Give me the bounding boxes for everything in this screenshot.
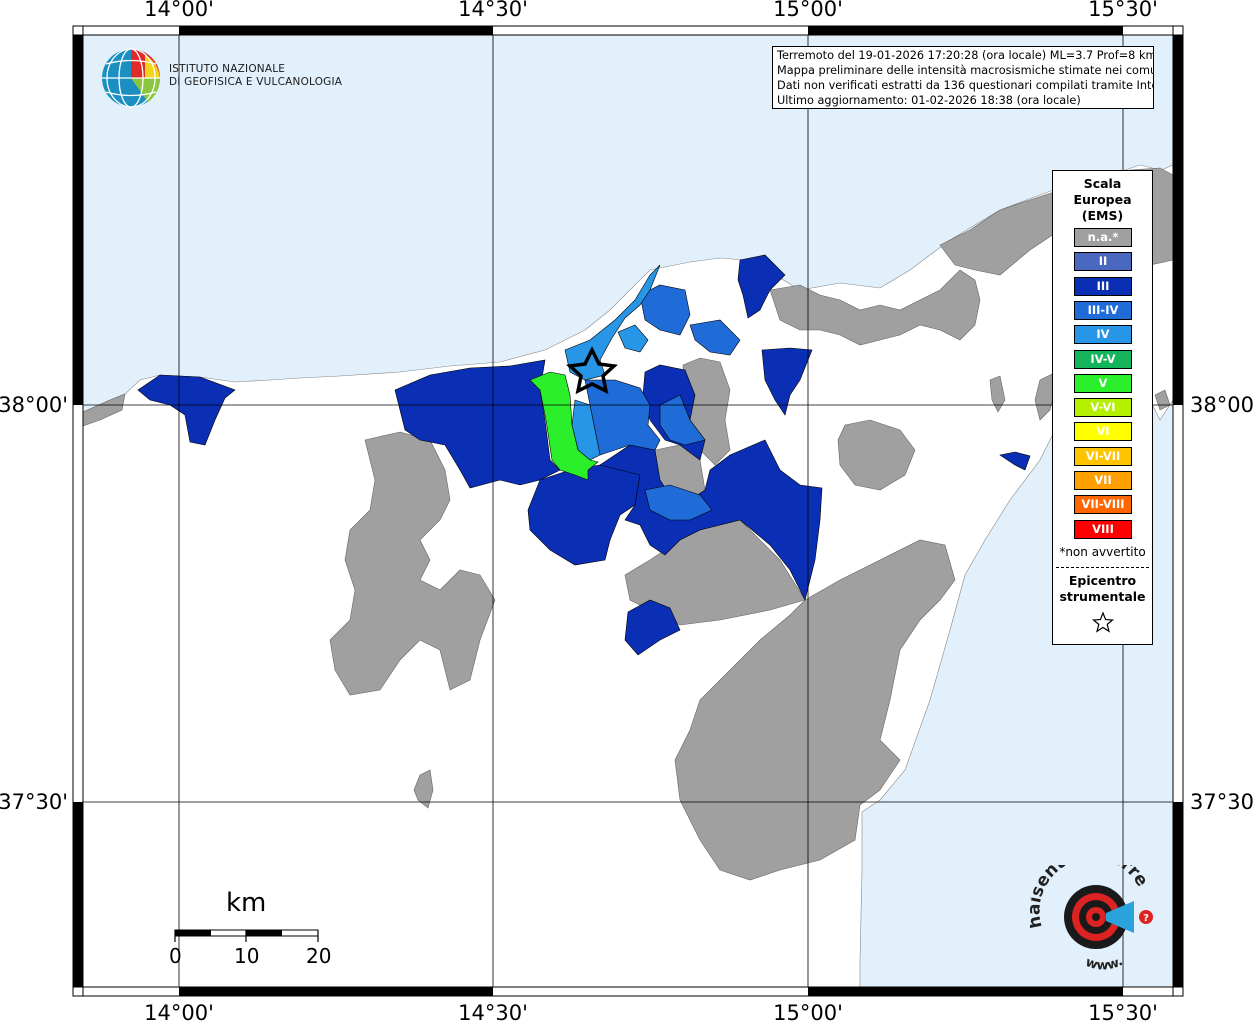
legend-title: Scala Europea (EMS): [1073, 176, 1132, 223]
legend-item-vivii: VI-VII: [1074, 446, 1132, 466]
legend-item-ivv: IV-V: [1074, 349, 1132, 369]
legend-item-v: V: [1074, 373, 1132, 393]
earthquake-info-box: Terremoto del 19-01-2026 17:20:28 (ora l…: [772, 46, 1154, 109]
scale-tick-0: 0: [169, 944, 182, 968]
legend-item-iv: IV: [1074, 325, 1132, 345]
lon-label-bottom-1: 14°00': [144, 1001, 214, 1024]
legend-not-felt-note: *non avvertito: [1059, 545, 1146, 559]
lat-label-left-2: 37°30': [0, 790, 68, 814]
legend-item-iiiiv: III-IV: [1074, 300, 1132, 320]
intensity-legend: Scala Europea (EMS) n.a.* II III III-IV IV IV…: [1052, 170, 1153, 645]
hsit-logo: haisentitoilterremoto.it www. ?: [1030, 865, 1153, 973]
lon-label-bottom-2: 14°30': [458, 1001, 528, 1024]
lon-label-bottom-3: 15°00': [773, 1001, 843, 1024]
scale-tick-10: 10: [234, 944, 260, 968]
scale-tick-20: 20: [306, 944, 332, 968]
legend-item-viiviii: VII-VIII: [1074, 495, 1132, 515]
info-line-event: Terremoto del 19-01-2026 17:20:28 (ora l…: [777, 49, 1154, 62]
epicenter-star-icon: [1091, 611, 1115, 633]
legend-item-viii: VIII: [1074, 519, 1132, 539]
scale-unit: km: [226, 888, 267, 918]
lon-label-top-1: 14°00': [144, 0, 214, 21]
hsit-logo-www: www.: [1084, 954, 1126, 973]
legend-item-vi: VI: [1074, 422, 1132, 442]
lon-label-top-2: 14°30': [458, 0, 528, 21]
legend-divider: [1056, 567, 1149, 568]
info-line-map: Mappa preliminare delle intensità macros…: [777, 64, 1154, 77]
info-line-data: Dati non verificati estratti da 136 ques…: [777, 79, 1154, 92]
legend-item-ii: II: [1074, 252, 1132, 272]
lat-label-right-2: 37°30': [1190, 790, 1255, 814]
hsit-question-mark: ?: [1143, 913, 1149, 924]
lat-label-left-1: 38°00': [0, 393, 68, 417]
legend-item-iii: III: [1074, 276, 1132, 296]
ingv-globe-icon: [102, 48, 161, 108]
lat-label-right-1: 38°00': [1190, 393, 1255, 417]
lon-label-top-3: 15°00': [773, 0, 843, 21]
legend-epicenter-label: Epicentro strumentale: [1059, 573, 1146, 604]
ingv-name-line2: DI GEOFISICA E VULCANOLOGIA: [169, 76, 343, 88]
legend-item-vii: VII: [1074, 471, 1132, 490]
ingv-name: ISTITUTO NAZIONALE DI GEOFISICA E VULCAN…: [169, 63, 342, 89]
info-line-update: Ultimo aggiornamento: 01-02-2026 18:38 (…: [777, 94, 1081, 107]
legend-item-na: n.a.*: [1074, 228, 1132, 247]
ingv-name-line1: ISTITUTO NAZIONALE: [169, 63, 286, 75]
legend-item-vvi: V-VI: [1074, 398, 1132, 418]
lon-label-top-4: 15°30': [1088, 0, 1158, 21]
lon-label-bottom-4: 15°30': [1088, 1001, 1158, 1024]
